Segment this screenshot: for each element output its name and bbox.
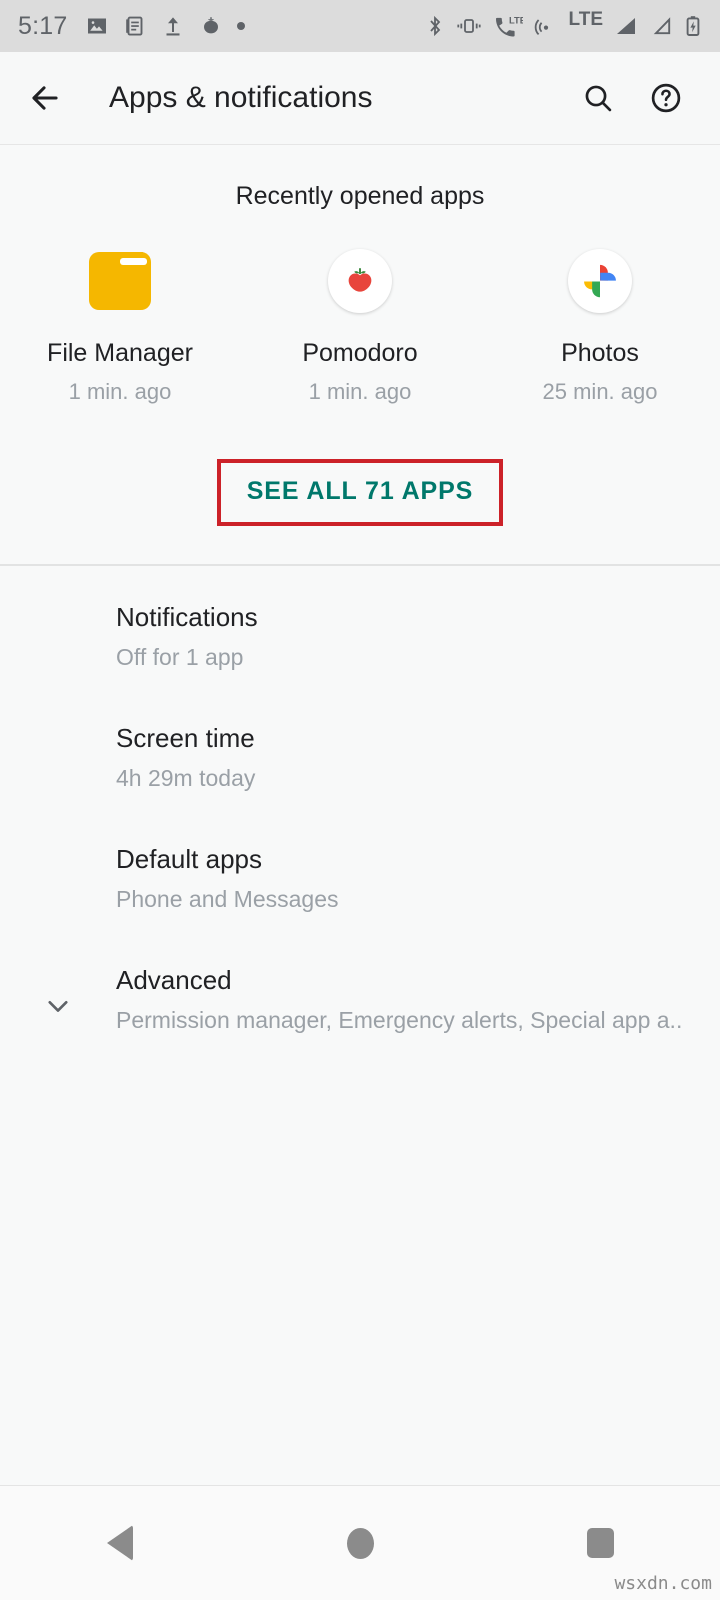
recent-app-file-manager[interactable]: File Manager 1 min. ago [0, 245, 240, 405]
watermark: wsxdn.com [614, 1573, 712, 1594]
vibrate-icon [456, 14, 482, 38]
chevron-down-icon[interactable] [0, 963, 116, 1023]
recent-app-label: Pomodoro [302, 339, 418, 367]
nav-back-button[interactable] [0, 1525, 240, 1561]
battery-charging-icon [684, 14, 702, 38]
bluetooth-icon [425, 14, 445, 38]
folder-icon [84, 245, 156, 317]
list-item-subtitle: 4h 29m today [116, 765, 256, 791]
list-item-leading [0, 600, 116, 626]
tomato-icon [324, 245, 396, 317]
see-all-apps-row: SEE ALL 71 APPS [0, 459, 720, 526]
signal-bars-2-icon [649, 14, 673, 38]
app-bar: Apps & notifications [0, 52, 720, 145]
svg-text:LTE: LTE [509, 15, 523, 26]
list-item-title: Advanced [116, 965, 232, 995]
signal-bars-icon [614, 14, 638, 38]
list-item-subtitle: Phone and Messages [116, 886, 339, 912]
list-item-notifications[interactable]: Notifications Off for 1 app [0, 576, 720, 697]
help-icon[interactable] [638, 70, 694, 126]
list-item-leading [0, 721, 116, 747]
recent-app-label: File Manager [47, 339, 193, 367]
back-arrow-icon[interactable] [26, 70, 82, 126]
nav-recents-icon [586, 1528, 614, 1558]
list-item-leading [0, 842, 116, 868]
document-icon [123, 14, 147, 38]
list-item-screen-time[interactable]: Screen time 4h 29m today [0, 697, 720, 818]
nav-home-icon [346, 1527, 374, 1559]
search-icon[interactable] [570, 70, 626, 126]
status-time: 5:17 [18, 11, 68, 40]
recent-app-pomodoro[interactable]: Pomodoro 1 min. ago [240, 245, 480, 405]
status-bar-right: LTE LTE [425, 9, 702, 38]
dot-icon [237, 22, 246, 30]
recent-app-time: 1 min. ago [308, 379, 412, 404]
upload-icon [161, 14, 185, 38]
list-item-title: Notifications [116, 602, 258, 632]
list-item-title: Default apps [116, 844, 262, 874]
nav-back-icon [107, 1525, 133, 1561]
status-bar: 5:17 LTE LTE [0, 0, 720, 52]
nav-home-button[interactable] [240, 1527, 480, 1559]
recent-app-photos[interactable]: Photos 25 min. ago [480, 245, 720, 405]
hotspot-icon [534, 14, 558, 38]
nav-recents-button[interactable] [480, 1528, 720, 1558]
page-title: Apps & notifications [109, 81, 373, 114]
image-icon [85, 14, 109, 38]
recent-app-time: 1 min. ago [68, 379, 172, 404]
settings-content: Recently opened apps File Manager 1 min.… [0, 145, 720, 1485]
recent-app-label: Photos [561, 339, 639, 367]
list-item-advanced[interactable]: Advanced Permission manager, Emergency a… [0, 939, 720, 1060]
volte-call-icon: LTE [493, 14, 523, 38]
lte-label: LTE [568, 9, 603, 30]
settings-list: Notifications Off for 1 app Screen time … [0, 566, 720, 1060]
recent-apps-row: File Manager 1 min. ago Pomodoro 1 min. … [0, 211, 720, 405]
list-item-subtitle: Permission manager, Emergency alerts, Sp… [116, 1007, 683, 1033]
google-photos-icon [564, 245, 636, 317]
list-item-title: Screen time [116, 723, 255, 753]
tomato-icon [199, 14, 223, 38]
navigation-bar [0, 1485, 720, 1600]
status-bar-left: 5:17 [18, 12, 425, 41]
see-all-apps-highlight: SEE ALL 71 APPS [216, 459, 504, 526]
list-item-default-apps[interactable]: Default apps Phone and Messages [0, 818, 720, 939]
recently-opened-header: Recently opened apps [235, 182, 485, 210]
list-item-subtitle: Off for 1 app [116, 644, 244, 670]
recent-app-time: 25 min. ago [542, 379, 658, 404]
see-all-apps-button[interactable]: SEE ALL 71 APPS [247, 477, 474, 505]
